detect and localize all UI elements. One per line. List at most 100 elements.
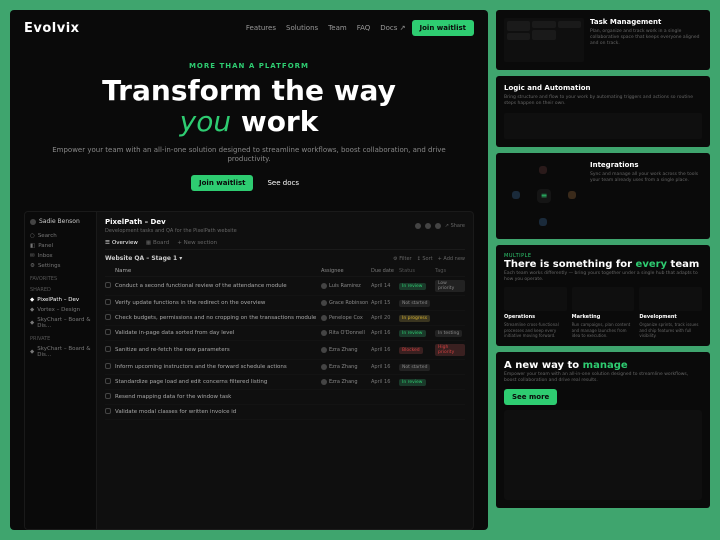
team-col-marketing: MarketingRun campaigns, plan content and… [572,287,635,338]
nav-link-team[interactable]: Team [328,24,347,32]
checkbox-icon[interactable] [105,393,111,399]
sidebar-user[interactable]: Sadie Benson [30,218,91,225]
sidebar-item-skychart2[interactable]: ◆ SkyChart – Board & Dis... [30,344,91,360]
task-status[interactable]: Blocked [399,346,435,354]
table-row[interactable]: Verify update functions in the redirect … [105,296,465,311]
side-column: Task Management Plan, organize and track… [496,10,710,530]
add-section-button[interactable]: + New section [177,240,217,246]
hero-docs-button[interactable]: See docs [259,175,307,191]
team-preview-icon [639,287,702,311]
team-columns: OperationsStreamline cross-functional pr… [504,287,702,338]
project-subtitle: Development tasks and QA for the PixelPa… [105,228,237,234]
table-row[interactable]: Sanitize and re-fetch the new parameters… [105,341,465,360]
add-new-button[interactable]: + Add new [438,256,465,262]
sidebar-item-panel[interactable]: ◧ Panel [30,241,91,251]
member-avatar-icon[interactable] [425,223,431,229]
col-date-header[interactable]: Due date [371,268,399,274]
hero: MORE THAN A PLATFORM Transform the way y… [10,46,488,201]
task-tag[interactable]: In testing [435,329,465,337]
content-header: PixelPath – Dev Development tasks and QA… [105,218,465,234]
task-assignee[interactable]: Ezra Zhang [321,347,371,353]
sidebar-item-search[interactable]: ○ Search [30,231,91,241]
checkbox-icon[interactable] [105,363,111,369]
nav-link-solutions[interactable]: Solutions [286,24,318,32]
checkbox-icon[interactable] [105,329,111,335]
task-assignee[interactable]: Grace Robinson [321,300,371,306]
sort-button[interactable]: ↕ Sort [417,256,433,262]
task-assignee[interactable]: Rita O'Donnell [321,330,371,336]
sidebar-section-private: Private [30,336,91,342]
hero-join-button[interactable]: Join waitlist [191,175,253,191]
task-status[interactable]: In progress [399,314,435,322]
checkbox-icon[interactable] [105,299,111,305]
task-status[interactable]: Not started [399,299,435,307]
nav-link-faq[interactable]: FAQ [357,24,371,32]
task-assignee[interactable]: Ezra Zhang [321,364,371,370]
table-row[interactable]: Inform upcoming instructors and the forw… [105,360,465,375]
task-date: April 15 [371,300,399,306]
nav-link-features[interactable]: Features [246,24,276,32]
see-more-button[interactable]: See more [504,389,557,405]
table-row[interactable]: Validate modal classes for written invoi… [105,405,465,420]
task-assignee[interactable]: Penelope Cox [321,315,371,321]
checkbox-icon[interactable] [105,346,111,352]
team-col-development: DevelopmentOrganize sprints, track issue… [639,287,702,338]
integration-center-icon: ≡ [537,189,551,203]
checkbox-icon[interactable] [105,408,111,414]
hero-title-line2: work [231,105,318,138]
table-row[interactable]: Resend mapping data for the window task [105,390,465,405]
stage-name[interactable]: Website QA – Stage 1 ▾ [105,255,182,262]
task-date: April 16 [371,330,399,336]
hero-title-line1: Transform the way [102,74,396,107]
task-status[interactable]: In review [399,282,435,290]
something-section: MULTIPLE There is something for every te… [496,245,710,346]
col-status-header[interactable]: Status [399,268,435,274]
sidebar-item-settings[interactable]: ⚙ Settings [30,261,91,271]
feature-card-integrations: ≡ Integrations Sync and manage all your … [496,153,710,239]
filter-button[interactable]: ⚙ Filter [393,256,411,262]
checkbox-icon[interactable] [105,282,111,288]
checkbox-icon[interactable] [105,378,111,384]
sidebar-item-pixelpath[interactable]: ◆ PixelPath – Dev [30,295,91,305]
sidebar-item-vortex[interactable]: ◆ Vortex – Design [30,305,91,315]
content-tabs: ☰ Overview ▦ Board + New section [105,240,465,250]
task-status[interactable]: In review [399,329,435,337]
col-name-header[interactable]: Name [115,268,321,274]
nav-cta-button[interactable]: Join waitlist [412,20,474,36]
integration-node-icon [539,218,547,226]
avatar-icon [321,300,327,306]
checkbox-icon[interactable] [105,314,111,320]
task-assignee[interactable]: Luis Ramirez [321,283,371,289]
task-status[interactable]: Not started [399,363,435,371]
nav-links: Features Solutions Team FAQ Docs ↗ [246,24,406,32]
top-nav: Evolvix Features Solutions Team FAQ Docs… [10,10,488,46]
col-tag-header[interactable]: Tags [435,268,465,274]
task-tag[interactable]: Low priority [435,280,465,292]
share-button[interactable]: ↗ Share [445,223,465,229]
table-row[interactable]: Validate in-page data sorted from day le… [105,326,465,341]
app-preview-window: Sadie Benson ○ Search ◧ Panel ✉ Inbox ⚙ … [24,211,474,530]
task-name: Validate in-page data sorted from day le… [115,330,321,336]
tab-overview[interactable]: ☰ Overview [105,240,138,246]
member-avatar-icon[interactable] [415,223,421,229]
task-date: April 16 [371,347,399,353]
table-row[interactable]: Conduct a second functional review of th… [105,277,465,296]
task-date: April 20 [371,315,399,321]
table-row[interactable]: Standardize page load and edit concerns … [105,375,465,390]
nav-link-docs[interactable]: Docs ↗ [380,24,405,32]
app-sidebar: Sadie Benson ○ Search ◧ Panel ✉ Inbox ⚙ … [25,212,97,529]
sidebar-item-skychart1[interactable]: ◆ SkyChart – Board & Dis... [30,315,91,331]
task-tag[interactable]: High priority [435,344,465,356]
avatar-icon [321,283,327,289]
col-assignee-header[interactable]: Assignee [321,268,371,274]
hero-eyebrow: MORE THAN A PLATFORM [50,62,448,70]
task-status[interactable]: In review [399,378,435,386]
table-row[interactable]: Check budgets, permissions and no croppi… [105,311,465,326]
sidebar-item-inbox[interactable]: ✉ Inbox [30,251,91,261]
logo[interactable]: Evolvix [24,21,80,36]
tab-board[interactable]: ▦ Board [146,240,169,246]
member-avatar-icon[interactable] [435,223,441,229]
feature-desc: Sync and manage all your work across the… [590,172,702,184]
task-assignee[interactable]: Ezra Zhang [321,379,371,385]
section-desc: Empower your team with an all-in-one sol… [504,372,702,384]
